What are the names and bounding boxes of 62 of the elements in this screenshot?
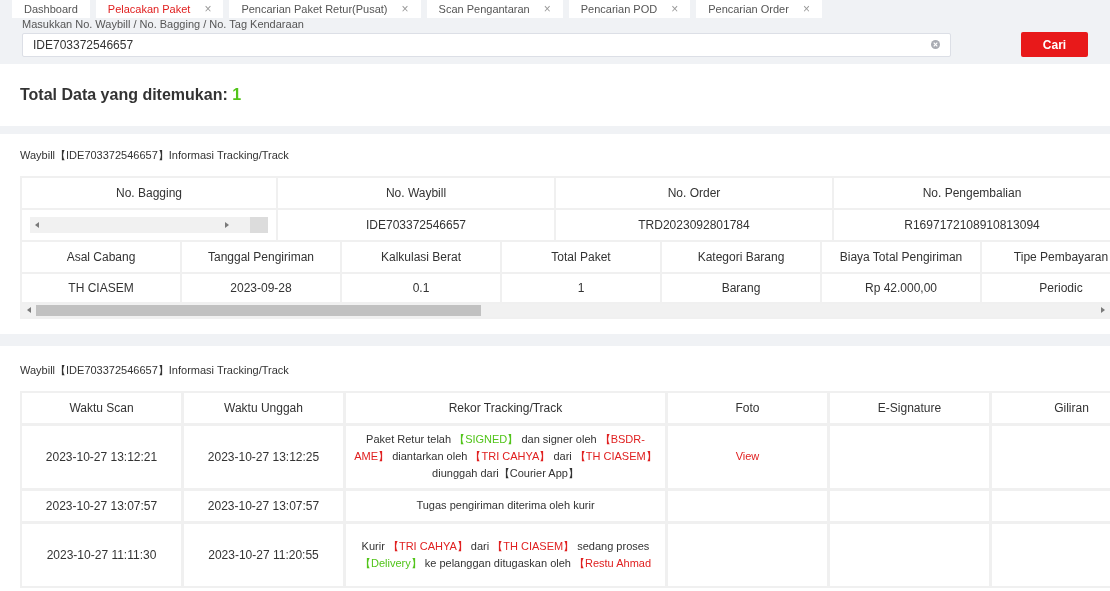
view-link[interactable]: View xyxy=(735,448,760,465)
table-cell: Barang xyxy=(662,273,820,302)
left-arrow-icon[interactable] xyxy=(26,307,32,313)
tracking-record: Kurir 【TRI CAHYA】 dari 【TH CIASEM】 sedang proses 【Delivery】 ke pelanggan ditugaskan oleh 【Restu Ahmad xyxy=(358,538,653,571)
table-cell: Periodic xyxy=(982,273,1110,302)
table-cell: 2023-10-27 13:07:57 xyxy=(22,490,181,521)
right-arrow-icon[interactable] xyxy=(1100,307,1106,313)
table-cell: 2023-10-27 11:20:55 xyxy=(184,523,343,586)
section-title: Waybill【IDE703372546657】Informasi Tracking/Track xyxy=(20,148,290,163)
table-cell: TH CIASEM xyxy=(22,273,180,302)
table-cell: 0.1 xyxy=(342,273,500,302)
scrollbar-thumb[interactable] xyxy=(250,216,268,233)
tracking-record: Paket Retur telah 【SIGNED】 dan signer oleh 【BSDR-AME】 diantarkan oleh 【TRI CAHYA】 dari 【TH CIASEM】 diunggah dari【Courier App】 xyxy=(354,432,657,481)
table-cell: IDE703372546657 xyxy=(278,209,554,240)
column-header: Asal Cabang xyxy=(22,241,180,272)
column-header: Foto xyxy=(668,392,827,423)
column-header: Total Paket xyxy=(502,241,660,272)
close-icon[interactable]: × xyxy=(802,0,810,18)
tab[interactable]: Pencarian Order × xyxy=(696,0,822,18)
table-cell: 2023-10-27 13:12:21 xyxy=(22,425,181,488)
tracking-record: Tugas pengiriman diterima oleh kurir xyxy=(416,498,595,513)
column-header: No. Pengembalian xyxy=(834,177,1110,208)
column-header: No. Order xyxy=(556,177,832,208)
column-header: Rekor Tracking/Track xyxy=(346,392,665,423)
column-header: Kategori Barang xyxy=(662,241,820,272)
tab[interactable]: Scan Pengantaran × xyxy=(426,0,563,18)
search-button[interactable]: Cari xyxy=(1020,32,1088,57)
column-header: Kalkulasi Berat xyxy=(342,241,500,272)
column-header: Biaya Total Pengiriman xyxy=(822,241,980,272)
close-icon[interactable]: × xyxy=(204,0,212,18)
clear-icon[interactable] xyxy=(930,40,940,49)
close-icon[interactable]: × xyxy=(671,0,679,18)
column-header: Waktu Unggah xyxy=(184,392,343,423)
table-cell: TRD2023092801784 xyxy=(556,209,832,240)
column-header: E-Signature xyxy=(830,392,989,423)
total-count-text: Total Data yang ditemukan: 1 xyxy=(20,85,242,105)
table-cell: 2023-10-27 13:12:25 xyxy=(184,425,343,488)
column-header: Tanggal Pengiriman xyxy=(182,241,340,272)
cell-scrollbar[interactable] xyxy=(30,216,268,233)
table-cell: 1 xyxy=(502,273,660,302)
search-label: Masukkan No. Waybill / No. Bagging / No. Tag Kendaraan xyxy=(22,18,305,31)
table-cell: 2023-09-28 xyxy=(182,273,340,302)
tab[interactable]: Dashboard xyxy=(12,0,90,18)
left-arrow-icon[interactable] xyxy=(34,221,40,228)
column-header: No. Bagging xyxy=(22,177,276,208)
column-header: No. Waybill xyxy=(278,177,554,208)
close-icon[interactable]: × xyxy=(543,0,551,18)
table-cell: R1697172108910813094 xyxy=(834,209,1110,240)
table-cell: Rp 42.000,00 xyxy=(822,273,980,302)
table-cell: 2023-10-27 11:11:30 xyxy=(22,523,181,586)
right-arrow-icon[interactable] xyxy=(224,221,230,228)
tab[interactable]: Pelacakan Paket × xyxy=(95,0,224,18)
close-icon[interactable]: × xyxy=(401,0,409,18)
column-header: Giliran xyxy=(992,392,1110,423)
table-cell: 2023-10-27 13:07:57 xyxy=(184,490,343,521)
column-header: Tipe Pembayaran xyxy=(982,241,1110,272)
search-field[interactable]: IDE703372546657 xyxy=(22,32,951,57)
section-title: Waybill【IDE703372546657】Informasi Tracking/Track xyxy=(20,363,290,378)
scrollbar-thumb[interactable] xyxy=(36,304,481,316)
column-header: Waktu Scan xyxy=(22,392,181,423)
tab[interactable]: Pencarian POD × xyxy=(568,0,691,18)
tab[interactable]: Pencarian Paket Retur(Pusat) × xyxy=(229,0,421,18)
